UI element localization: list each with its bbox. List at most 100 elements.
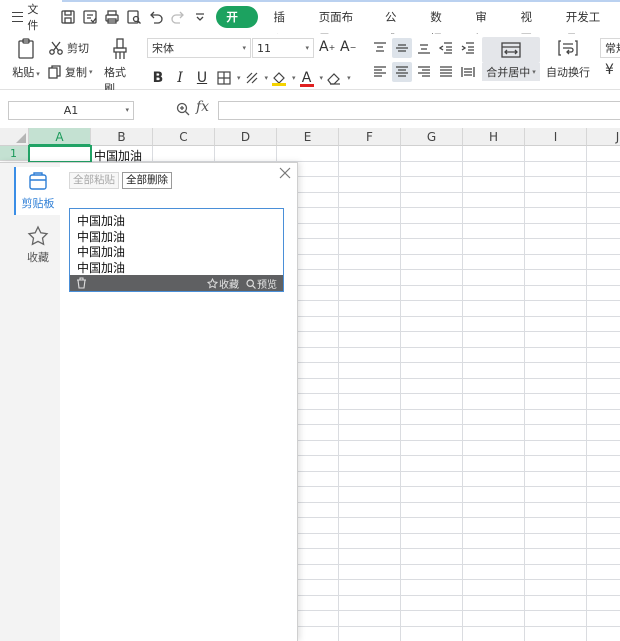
increase-font-icon[interactable]: A + <box>319 39 335 55</box>
delete-all-button[interactable]: 全部删除 <box>122 172 172 189</box>
clipboard-pane: 剪贴板 收藏 全部粘贴 全部删除 中国加油 中国加油 中国加油 中国加油 收藏 … <box>0 162 298 641</box>
active-cell-a1[interactable] <box>28 145 92 163</box>
name-box[interactable]: A1 ▾ <box>8 101 134 120</box>
undo-icon[interactable] <box>146 7 166 27</box>
hamburger-icon <box>12 12 24 22</box>
underline-button[interactable]: U <box>191 68 213 88</box>
column-header-d[interactable]: D <box>215 128 277 146</box>
paste-button[interactable]: 粘贴 ▾ <box>10 38 42 80</box>
merge-cells-icon <box>501 42 521 58</box>
wrap-text-icon <box>558 40 578 56</box>
clipboard-item-text: 中国加油 中国加油 中国加油 中国加油 <box>77 214 277 276</box>
justify-icon[interactable] <box>436 62 456 82</box>
vertical-align-row <box>370 38 478 58</box>
clipboard-item-line: 中国加油 <box>77 260 126 275</box>
insert-function-button[interactable]: fx <box>196 99 209 115</box>
file-menu-button[interactable]: 文件 <box>0 3 56 32</box>
column-header-g[interactable]: G <box>401 128 463 146</box>
column-header-b[interactable]: B <box>91 128 153 146</box>
trash-icon[interactable] <box>76 277 87 289</box>
align-middle-icon[interactable] <box>392 38 412 58</box>
copy-icon <box>48 65 61 79</box>
close-icon[interactable] <box>279 167 291 179</box>
column-header-a[interactable]: A <box>29 128 91 146</box>
distributed-icon[interactable] <box>458 62 478 82</box>
merge-center-icon-button[interactable] <box>482 37 540 63</box>
sidebar-item-favorites[interactable]: 收藏 <box>16 225 60 265</box>
horizontal-align-row <box>370 62 478 82</box>
column-header-h[interactable]: H <box>463 128 525 146</box>
ribbon-home: 粘贴 ▾ 剪切 复制 ▾ 格式刷 宋体 ▾ 11 ▾ A + A − B I U ▾ ▾ ▾… <box>0 34 620 95</box>
font-name-select[interactable]: 宋体 ▾ <box>147 38 251 58</box>
column-header-f[interactable]: F <box>339 128 401 146</box>
tab-developer[interactable]: 开发工具 <box>554 6 620 46</box>
copy-label: 复制 <box>65 66 87 79</box>
wrap-text-button[interactable]: 自动换行 <box>544 38 592 80</box>
chevron-down-icon[interactable]: ▾ <box>347 74 351 82</box>
scissors-icon <box>49 41 63 55</box>
align-center-icon[interactable] <box>392 62 412 82</box>
print-preview-icon[interactable] <box>124 7 144 27</box>
merge-center-label: 合并居中 <box>486 66 531 79</box>
tab-view[interactable]: 视图 <box>509 6 554 46</box>
quick-access-toolbar <box>58 7 210 27</box>
formula-input[interactable] <box>218 101 620 120</box>
border-icon[interactable] <box>213 68 235 88</box>
select-all-corner[interactable] <box>0 128 29 146</box>
increase-indent-icon[interactable] <box>458 38 478 58</box>
preview-item-button[interactable]: 预览 <box>246 276 277 291</box>
font-name-value: 宋体 <box>152 42 174 55</box>
file-menu-label: 文件 <box>27 3 39 32</box>
column-header-i[interactable]: I <box>525 128 587 146</box>
align-left-icon[interactable] <box>370 62 390 82</box>
merge-center-button[interactable]: 合并居中 ▾ <box>482 63 540 81</box>
bold-button[interactable]: B <box>147 68 169 88</box>
customize-toolbar-icon[interactable] <box>190 7 210 27</box>
decrease-font-icon[interactable]: A − <box>340 39 356 55</box>
align-bottom-icon[interactable] <box>414 38 434 58</box>
column-header-c[interactable]: C <box>153 128 215 146</box>
fill-color-icon[interactable] <box>268 68 290 88</box>
tab-data[interactable]: 数据 <box>418 6 463 46</box>
save-icon[interactable] <box>58 7 78 27</box>
font-format-row: B I U ▾ ▾ ▾ A ▾ ▾ <box>147 68 351 88</box>
copy-button[interactable]: 复制 ▾ <box>48 64 93 80</box>
favorite-item-button[interactable]: 收藏 <box>207 276 239 291</box>
name-box-value: A1 <box>63 104 79 117</box>
cut-button[interactable]: 剪切 <box>48 40 89 56</box>
chevron-down-icon: ▾ <box>242 44 246 52</box>
currency-button[interactable]: ¥ <box>605 62 614 78</box>
format-painter-button[interactable]: 格式刷 <box>104 38 136 96</box>
column-header-j[interactable]: J <box>587 128 620 146</box>
font-color-icon[interactable]: A <box>296 68 318 88</box>
star-icon <box>27 225 49 246</box>
font-size-select[interactable]: 11 ▾ <box>252 38 314 58</box>
number-format-select[interactable]: 常规 <box>600 38 620 58</box>
italic-button[interactable]: I <box>169 68 191 88</box>
align-top-icon[interactable] <box>370 38 390 58</box>
zoom-icon[interactable] <box>176 102 190 116</box>
currency-symbol: ¥ <box>605 62 614 78</box>
preview-label: 预览 <box>257 280 277 291</box>
decrease-indent-icon[interactable] <box>436 38 456 58</box>
sidebar-item-clipboard[interactable]: 剪贴板 <box>16 167 60 215</box>
tab-page-layout[interactable]: 页面布局 <box>307 6 373 46</box>
fill-pattern-icon[interactable] <box>241 68 263 88</box>
tab-formulas[interactable]: 公式 <box>373 6 418 46</box>
formula-bar: A1 ▾ fx <box>0 90 620 128</box>
clipboard-icon <box>29 172 47 190</box>
tab-insert[interactable]: 插入 <box>262 6 307 46</box>
clipboard-item-line: 中国加油 <box>77 229 126 244</box>
tab-home[interactable]: 开始 <box>216 6 258 46</box>
column-header-e[interactable]: E <box>277 128 339 146</box>
paste-all-button[interactable]: 全部粘贴 <box>69 172 119 189</box>
eraser-icon[interactable] <box>323 68 345 88</box>
row-header[interactable]: 1 <box>0 146 29 161</box>
print-icon[interactable] <box>102 7 122 27</box>
redo-icon[interactable] <box>168 7 188 27</box>
export-pdf-icon[interactable] <box>80 7 100 27</box>
align-right-icon[interactable] <box>414 62 434 82</box>
tab-review[interactable]: 审阅 <box>463 6 508 46</box>
clipboard-item[interactable]: 中国加油 中国加油 中国加油 中国加油 收藏 预览 <box>69 208 284 292</box>
clipboard-item-actions: 收藏 预览 <box>70 275 283 291</box>
